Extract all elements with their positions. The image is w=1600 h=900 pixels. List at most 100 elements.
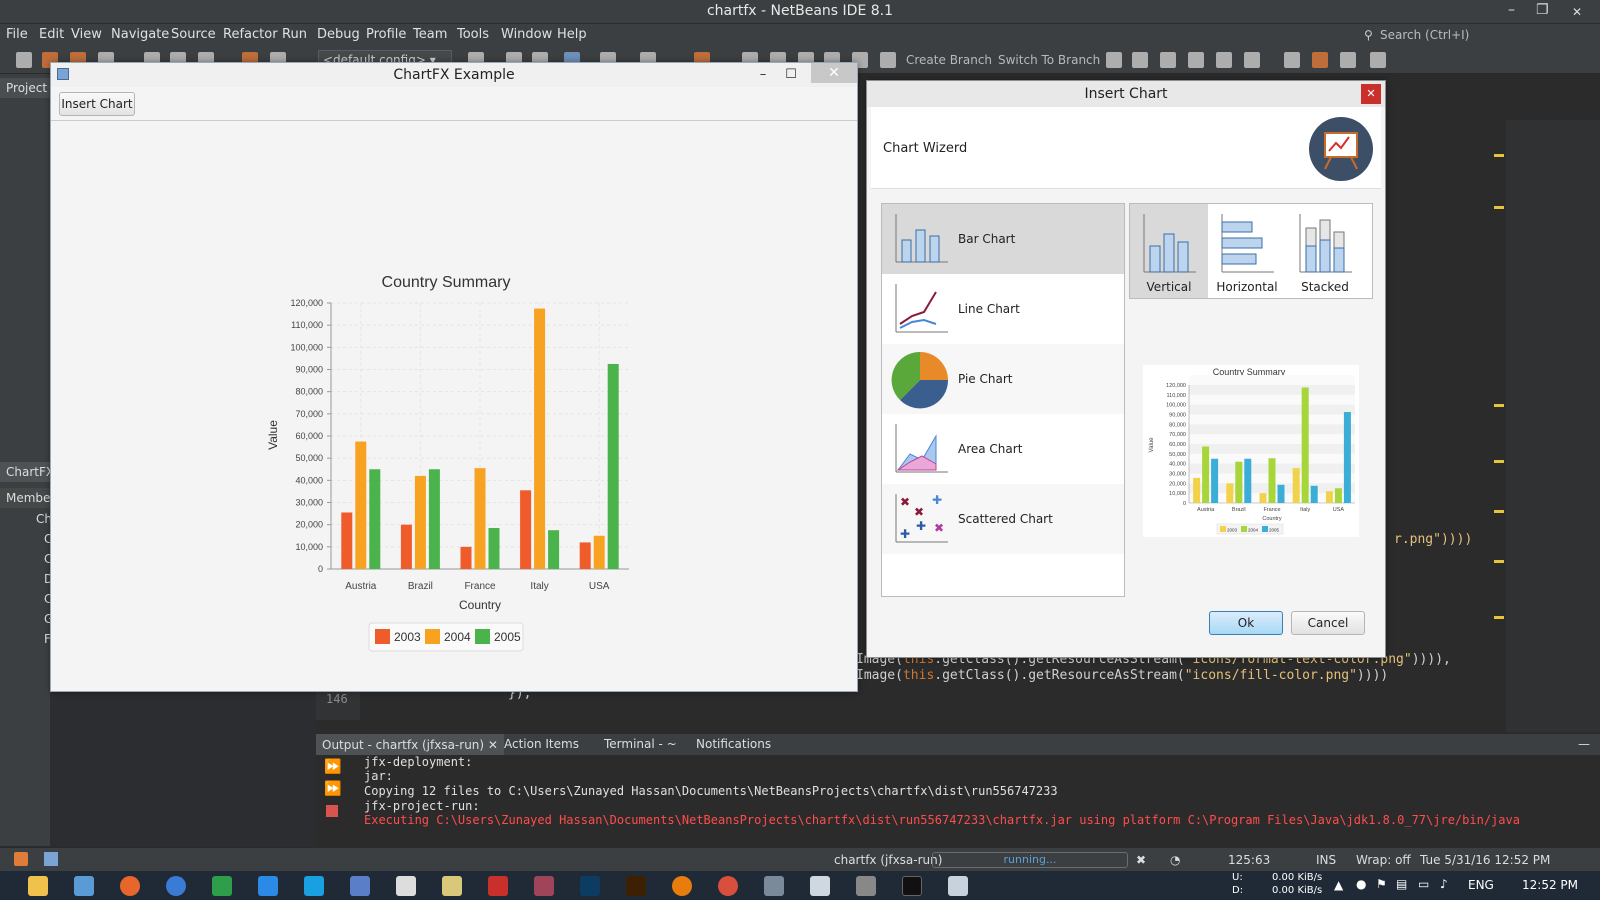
error-stripe-mark[interactable] [1494, 560, 1504, 563]
subtype-horizontal[interactable]: Horizontal [1208, 204, 1286, 298]
media-player-icon[interactable] [258, 876, 278, 896]
chart-type-line[interactable]: Line Chart [882, 274, 1124, 344]
menu-profile[interactable]: Profile [366, 27, 406, 42]
subtype-vertical[interactable]: Vertical [1130, 204, 1208, 298]
restore-icon[interactable]: ❐ [1536, 2, 1549, 18]
illustrator-icon[interactable] [626, 876, 646, 896]
acrobat-icon[interactable] [488, 876, 508, 896]
bookmark-icon[interactable] [1312, 52, 1328, 68]
flag-icon[interactable]: ⚑ [1376, 877, 1387, 891]
error-stripe-mark[interactable] [1494, 510, 1504, 513]
virtualbox-icon[interactable] [350, 876, 370, 896]
app-icon[interactable] [856, 876, 876, 896]
history-icon[interactable] [1106, 52, 1122, 68]
skype-icon[interactable] [304, 876, 324, 896]
cancel-task-icon[interactable]: ✖ [1136, 853, 1146, 867]
window-icon[interactable] [44, 852, 58, 866]
menu-run[interactable]: Run [282, 27, 307, 42]
computer-icon[interactable] [74, 876, 94, 896]
close-icon[interactable]: ✕ [1361, 84, 1381, 104]
chart-type-area[interactable]: Area Chart [882, 414, 1124, 484]
new-file-icon[interactable] [16, 52, 32, 68]
rerun-with-args-icon[interactable]: ⏩ [324, 781, 341, 797]
chart-type-pie[interactable]: Pie Chart [882, 344, 1124, 414]
chart-type-bar[interactable]: Bar Chart [882, 204, 1124, 274]
tab-terminal[interactable]: Terminal - ~ [604, 737, 677, 751]
maximize-icon[interactable]: ☐ [777, 63, 805, 87]
menu-file[interactable]: File [6, 27, 28, 42]
stop-icon[interactable] [326, 805, 338, 817]
error-stripe-mark[interactable] [1494, 206, 1504, 209]
app-icon[interactable] [396, 876, 416, 896]
chart-type-scatter[interactable]: ✖ ✖ ✚ ✚ ✚ ✖ Scattered Chart [882, 484, 1124, 554]
ide-search-field[interactable]: ⚲ Search (Ctrl+I) [1360, 24, 1600, 46]
output-console[interactable]: ⏩ ⏩ jfx-deployment: jar: Copying 12 file… [316, 755, 1600, 847]
minimize-icon[interactable]: – [1508, 2, 1515, 18]
revert-icon[interactable] [1244, 52, 1260, 68]
minimize-panel-icon[interactable]: — [1578, 737, 1590, 751]
menu-team[interactable]: Team [413, 27, 447, 42]
branch-icon[interactable] [880, 52, 896, 68]
projects-tab[interactable]: Project [0, 78, 50, 98]
error-stripe-mark[interactable] [1494, 154, 1504, 157]
language-indicator[interactable]: ENG [1468, 878, 1494, 892]
network-icon[interactable]: ▤ [1396, 877, 1407, 891]
subtype-stacked[interactable]: Stacked [1286, 204, 1364, 298]
close-icon[interactable]: ✕ [1554, 0, 1600, 24]
tab-output[interactable]: Output - chartfx (jfxsa-run) ✕ [316, 734, 504, 756]
notes-icon[interactable] [442, 876, 462, 896]
terminal-icon[interactable] [1284, 52, 1300, 68]
tab-action-items[interactable]: Action Items [504, 737, 579, 751]
browser-icon[interactable] [166, 876, 186, 896]
insert-chart-button[interactable]: Insert Chart [59, 92, 135, 116]
notifications-icon[interactable] [14, 852, 28, 866]
photoshop-icon[interactable] [580, 876, 600, 896]
navigator-tab[interactable]: ChartFX [0, 462, 54, 482]
app-icon[interactable] [212, 876, 232, 896]
tag-icon[interactable] [1188, 52, 1204, 68]
tab-notifications[interactable]: Notifications [696, 737, 771, 751]
error-stripe-mark[interactable] [1494, 404, 1504, 407]
compare-icon[interactable] [1132, 52, 1148, 68]
tools-icon[interactable] [1340, 52, 1356, 68]
document-icon[interactable] [810, 876, 830, 896]
app-icon[interactable] [534, 876, 554, 896]
menu-view[interactable]: View [71, 27, 102, 42]
java-app-icon[interactable] [948, 876, 968, 896]
firefox-icon[interactable] [120, 876, 140, 896]
members-select[interactable]: Membe [0, 488, 50, 508]
menu-edit[interactable]: Edit [39, 27, 64, 42]
chartfx-window-titlebar[interactable]: ChartFX Example – ☐ ✕ [51, 63, 857, 87]
inspect-icon[interactable]: ◔ [1170, 853, 1180, 867]
chrome-icon[interactable] [718, 876, 738, 896]
tray-expand-icon[interactable]: ▲ [1334, 878, 1343, 892]
volume-icon[interactable]: ♪ [1440, 877, 1448, 891]
menu-source[interactable]: Source [171, 27, 216, 42]
file-explorer-icon[interactable] [28, 876, 48, 896]
create-branch-button[interactable]: Create Branch [906, 53, 992, 67]
menu-tools[interactable]: Tools [457, 27, 489, 42]
switch-branch-button[interactable]: Switch To Branch [998, 53, 1100, 67]
rerun-icon[interactable]: ⏩ [324, 759, 341, 775]
display-icon[interactable]: ▭ [1418, 877, 1429, 891]
menu-navigate[interactable]: Navigate [111, 27, 169, 42]
tray-icon[interactable]: ● [1356, 877, 1366, 891]
cmd-icon[interactable] [902, 876, 922, 896]
clock[interactable]: 12:52 PM [1522, 878, 1578, 892]
ok-button[interactable]: Ok [1209, 611, 1283, 635]
menu-help[interactable]: Help [557, 27, 587, 42]
error-stripe-mark[interactable] [1494, 616, 1504, 619]
menu-debug[interactable]: Debug [317, 27, 360, 42]
gear-icon[interactable] [1370, 52, 1386, 68]
menu-refactor[interactable]: Refactor [223, 27, 278, 42]
app-icon[interactable] [764, 876, 784, 896]
close-tab-icon[interactable]: ✕ [488, 738, 498, 752]
close-icon[interactable]: ✕ [811, 63, 857, 83]
blender-icon[interactable] [672, 876, 692, 896]
code-minimap[interactable] [1506, 120, 1600, 732]
merge-icon[interactable] [1160, 52, 1176, 68]
minimize-icon[interactable]: – [749, 63, 777, 87]
error-stripe-mark[interactable] [1494, 460, 1504, 463]
stash-icon[interactable] [1216, 52, 1232, 68]
dialog-titlebar[interactable]: Insert Chart ✕ [867, 81, 1385, 107]
